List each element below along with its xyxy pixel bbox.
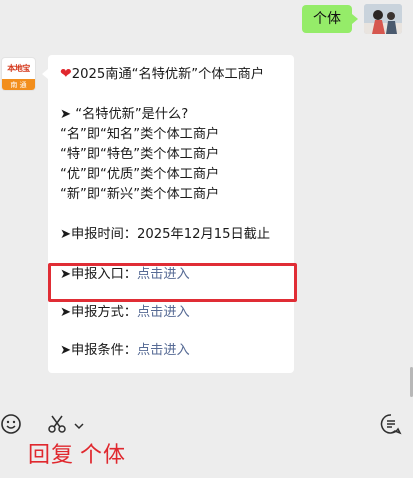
condition-label: ➤申报条件：: [60, 343, 137, 358]
message-title-line: ❤2025南通“名特优新”个体工商户: [60, 64, 283, 85]
reply-hint-keyword: 个体: [80, 443, 127, 468]
chevron-down-icon[interactable]: [73, 417, 85, 436]
user-avatar-image: [364, 4, 402, 34]
reply-hint: 回复 个体: [28, 437, 126, 469]
method-link[interactable]: 点击进入: [137, 305, 190, 320]
definition-line: “特”即“特色”类个体工商户: [60, 147, 220, 162]
scissors-icon[interactable]: [46, 413, 68, 439]
chat-window: 个体 本地宝 南 通 ❤2025南通“名特优新”个体工商户 ➤ “名特优新”是什…: [0, 0, 413, 478]
emoji-icon[interactable]: [0, 413, 22, 439]
method-label: ➤申报方式：: [60, 305, 137, 320]
entry-label: ➤申报入口：: [60, 267, 137, 282]
condition-link[interactable]: 点击进入: [137, 343, 190, 358]
reply-hint-label: 回复: [28, 443, 75, 468]
outgoing-message[interactable]: 个体: [302, 5, 358, 33]
question-line: ➤ “名特优新”是什么?: [60, 107, 189, 122]
official-account-avatar[interactable]: 本地宝 南 通: [1, 57, 36, 91]
message-title: 2025南通“名特优新”个体工商户: [71, 67, 265, 82]
definition-line: “名”即“知名”类个体工商户: [60, 127, 220, 142]
avatar-logo-text: 本地宝: [7, 64, 30, 73]
outgoing-message-text: 个体: [313, 11, 341, 27]
entry-link[interactable]: 点击进入: [137, 267, 190, 282]
condition-line: ➤申报条件：点击进入: [60, 341, 283, 361]
definition-line: “优”即“优质”类个体工商户: [60, 167, 220, 182]
user-avatar[interactable]: [364, 4, 402, 34]
entry-line: ➤申报入口：点击进入: [60, 265, 283, 285]
avatar-city-text: 南 通: [2, 79, 35, 90]
deadline-line: ➤申报时间：2025年12月15日截止: [60, 227, 271, 242]
definition-line: “新”即“新兴”类个体工商户: [60, 187, 220, 202]
heart-icon: ❤: [60, 66, 72, 82]
chat-history-icon[interactable]: [380, 413, 402, 439]
method-line: ➤申报方式：点击进入: [60, 303, 283, 323]
incoming-message: ❤2025南通“名特优新”个体工商户 ➤ “名特优新”是什么? “名”即“知名”…: [42, 55, 294, 373]
